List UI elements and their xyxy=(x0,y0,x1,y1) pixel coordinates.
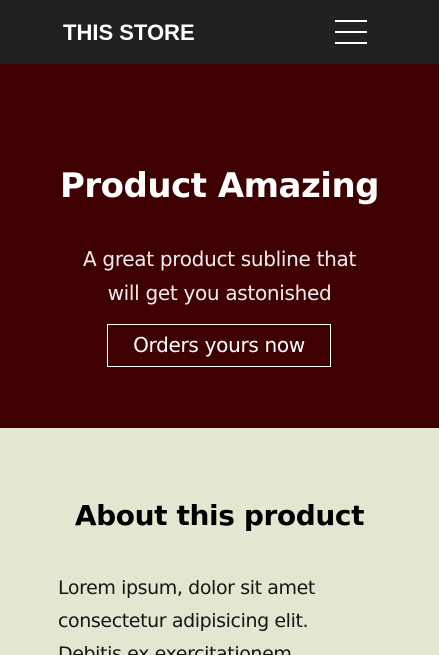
hamburger-menu-icon[interactable] xyxy=(330,16,372,48)
hero-title: Product Amazing xyxy=(59,166,380,206)
order-now-button[interactable]: Orders yours now xyxy=(107,324,331,367)
navbar: THIS STORE xyxy=(0,0,439,64)
about-text: Lorem ipsum, dolor sit amet consectetur … xyxy=(58,577,315,655)
hero-subtitle: A great product subline that will get yo… xyxy=(82,247,357,305)
about-section: About this product Lorem ipsum, dolor si… xyxy=(0,428,439,655)
brand-logo[interactable]: THIS STORE xyxy=(63,19,195,47)
menu-bar-top xyxy=(335,20,367,22)
menu-bar-bottom xyxy=(335,42,367,44)
about-title: About this product xyxy=(74,499,365,532)
hero-section: Product Amazing A great product subline … xyxy=(0,64,439,428)
menu-bar-middle xyxy=(335,31,367,33)
